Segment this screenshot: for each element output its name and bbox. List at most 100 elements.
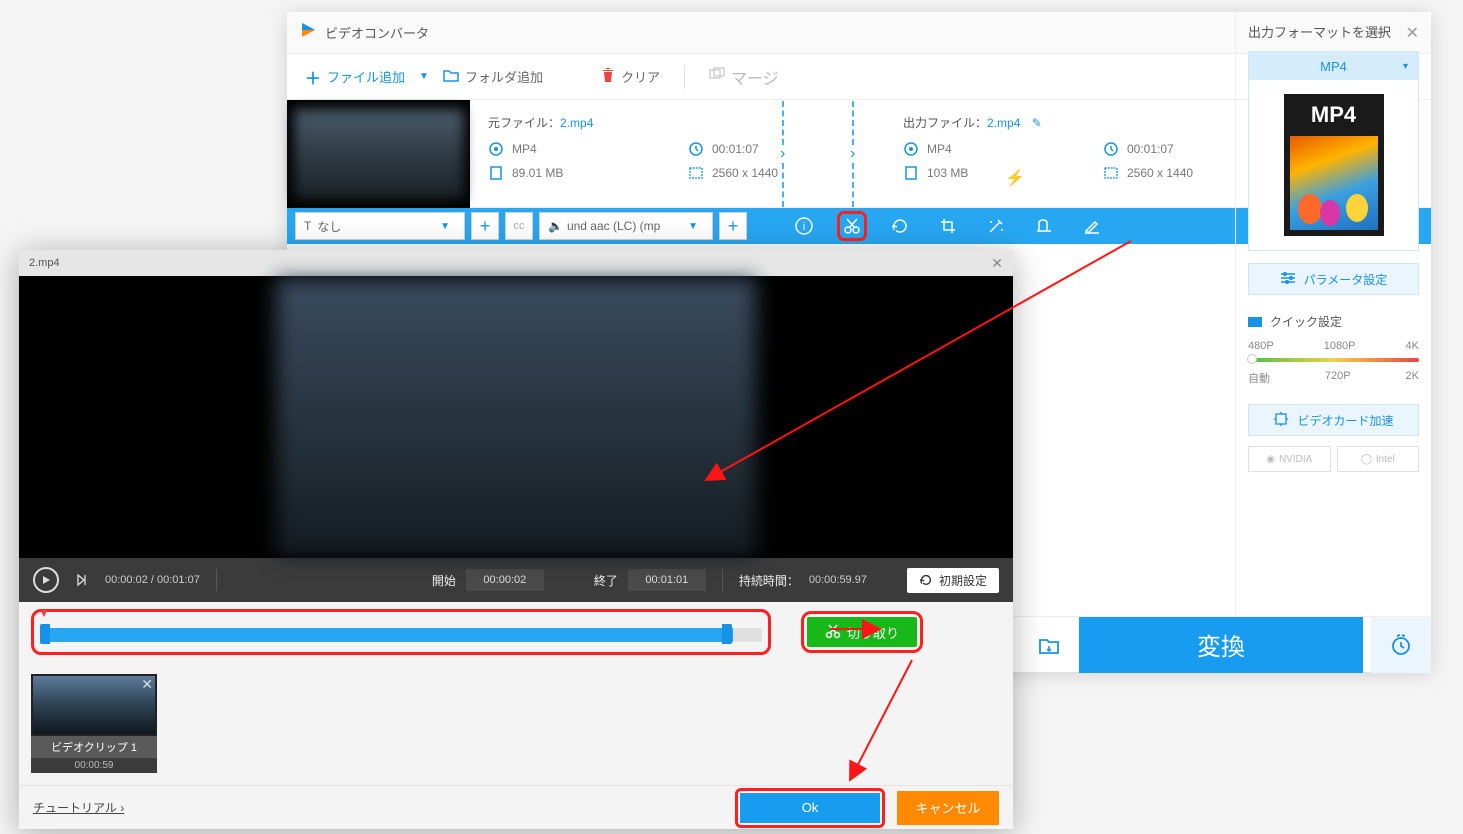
- quality-labels-bottom: 自動720P2K: [1248, 370, 1419, 386]
- trash-icon: [601, 67, 615, 86]
- folder-icon: [443, 68, 459, 85]
- schedule-button[interactable]: [1371, 617, 1431, 673]
- effects-icon[interactable]: [981, 211, 1011, 241]
- trim-end-handle[interactable]: [722, 624, 732, 644]
- chevron-down-icon: ▼: [440, 221, 450, 232]
- add-subtitle-button[interactable]: +: [471, 212, 499, 240]
- crop-icon[interactable]: [933, 211, 963, 241]
- add-audio-button[interactable]: +: [719, 212, 747, 240]
- editor-preview: [19, 276, 1013, 558]
- output-folder-button[interactable]: [1027, 617, 1071, 673]
- edit-icon[interactable]: [1077, 211, 1107, 241]
- cc-button[interactable]: cc: [505, 212, 533, 240]
- chevron-right-icon: ›: [850, 145, 855, 163]
- text-icon: T: [304, 219, 311, 233]
- ok-button[interactable]: Ok: [740, 793, 880, 823]
- info-icon[interactable]: i: [789, 211, 819, 241]
- merge-label: マージ: [731, 65, 779, 89]
- format-icon: [488, 141, 504, 157]
- editor-titlebar: 2.mp4 ✕: [19, 250, 1013, 276]
- format-preview: MP4: [1249, 80, 1418, 250]
- quality-slider[interactable]: [1248, 358, 1419, 362]
- clock-icon: [688, 141, 704, 157]
- clip-duration: 00:00:59: [31, 758, 157, 773]
- step-button[interactable]: [69, 567, 95, 593]
- cut-label: 切り取り: [847, 623, 899, 642]
- sidebar-title: 出力フォーマットを選択: [1248, 22, 1419, 41]
- watermark-icon[interactable]: [1029, 211, 1059, 241]
- source-resolution: 2560 x 1440: [712, 166, 778, 180]
- cancel-button[interactable]: キャンセル: [897, 791, 999, 825]
- video-thumbnail[interactable]: [287, 100, 470, 208]
- merge-icon: [709, 67, 725, 86]
- nvidia-icon: ◉: [1266, 454, 1275, 465]
- tutorial-link[interactable]: チュートリアル ›: [33, 799, 124, 816]
- play-button[interactable]: [33, 567, 59, 593]
- intel-icon: ◯: [1361, 454, 1372, 465]
- svg-text:i: i: [803, 221, 805, 233]
- start-label: 開始: [432, 572, 456, 589]
- app-title: ビデオコンバータ: [325, 23, 429, 42]
- reset-button[interactable]: 初期設定: [907, 568, 999, 593]
- cut-button-highlight: 切り取り: [801, 611, 923, 653]
- audio-select[interactable]: 🔈 und aac (LC) (mp ▼: [539, 212, 713, 240]
- editor-close-icon[interactable]: ✕: [991, 255, 1003, 272]
- output-sidebar: 出力フォーマットを選択 MP4 MP4 パラメータ設定 クイック設定: [1235, 12, 1431, 672]
- speaker-icon: 🔈: [548, 219, 563, 233]
- trim-track[interactable]: [40, 628, 762, 642]
- toolbar-separator: [684, 65, 685, 89]
- gpu-vendor-row: ◉NVIDIA ◯Intel: [1248, 446, 1419, 472]
- quick-settings-label: クイック設定: [1248, 313, 1419, 330]
- source-title: 元ファイル：2.mp4: [488, 114, 847, 131]
- editor-footer: チュートリアル › Ok キャンセル: [19, 785, 1013, 829]
- audio-value: und aac (LC) (mp: [567, 219, 660, 233]
- gpu-label: ビデオカード加速: [1297, 412, 1393, 429]
- output-resolution: 2560 x 1440: [1127, 166, 1193, 180]
- source-size: 89.01 MB: [512, 166, 563, 180]
- editor-controls: 00:00:02 / 00:01:07 開始 終了 持続時間： 00:00:59…: [19, 558, 1013, 602]
- convert-button[interactable]: 変換: [1079, 617, 1363, 673]
- output-duration: 00:01:07: [1127, 142, 1174, 156]
- format-card-label: MP4: [1290, 100, 1378, 136]
- chevron-down-icon: ▼: [688, 221, 698, 232]
- output-title: 出力ファイル：2.mp4 ✎: [903, 114, 1243, 131]
- remove-clip-icon[interactable]: ✕: [141, 676, 153, 693]
- cut-button[interactable]: 切り取り: [807, 617, 917, 647]
- gpu-accel-button[interactable]: ビデオカード加速: [1248, 404, 1419, 436]
- quality-labels-top: 480P1080P4K: [1248, 340, 1419, 352]
- trim-start-handle[interactable]: [40, 624, 50, 644]
- file-icon: [488, 165, 504, 181]
- parameter-settings-button[interactable]: パラメータ設定: [1248, 263, 1419, 295]
- bullet-icon: [1248, 317, 1262, 327]
- add-folder-button[interactable]: フォルダ追加: [443, 67, 543, 86]
- format-icon: [903, 141, 919, 157]
- subtitle-select[interactable]: T なし ▼: [295, 212, 465, 240]
- rotate-icon[interactable]: [885, 211, 915, 241]
- start-time-input[interactable]: [466, 569, 544, 591]
- end-label: 終了: [594, 572, 618, 589]
- output-format-select[interactable]: MP4: [1249, 52, 1418, 80]
- file-icon: [903, 165, 919, 181]
- editor-filename: 2.mp4: [29, 257, 60, 269]
- quality-slider-handle[interactable]: [1247, 354, 1257, 364]
- trim-selection: [40, 628, 733, 642]
- add-file-dropdown-icon[interactable]: ▼: [419, 71, 429, 82]
- cut-tool-icon[interactable]: [837, 211, 867, 241]
- clear-label: クリア: [621, 67, 660, 86]
- ok-button-highlight: Ok: [735, 788, 885, 828]
- nvidia-chip[interactable]: ◉NVIDIA: [1248, 446, 1331, 472]
- duration-value: 00:00:59.97: [809, 574, 867, 586]
- clear-button[interactable]: クリア: [601, 67, 660, 86]
- param-label: パラメータ設定: [1304, 271, 1388, 288]
- clip-row: ✕ ビデオクリップ 1 00:00:59: [19, 662, 1013, 785]
- add-file-button[interactable]: ＋ ファイル追加: [305, 65, 405, 89]
- trim-track-row: ▼ 切り取り: [19, 602, 1013, 662]
- subtitle-value: なし: [317, 218, 341, 235]
- merge-button[interactable]: マージ: [709, 65, 779, 89]
- intel-chip[interactable]: ◯Intel: [1337, 446, 1420, 472]
- chip-icon: [1273, 411, 1289, 430]
- clip-thumbnail[interactable]: ✕ ビデオクリップ 1 00:00:59: [31, 674, 157, 773]
- end-time-input[interactable]: [628, 569, 706, 591]
- edit-output-icon[interactable]: ✎: [1032, 116, 1042, 130]
- output-size: 103 MB: [927, 166, 968, 180]
